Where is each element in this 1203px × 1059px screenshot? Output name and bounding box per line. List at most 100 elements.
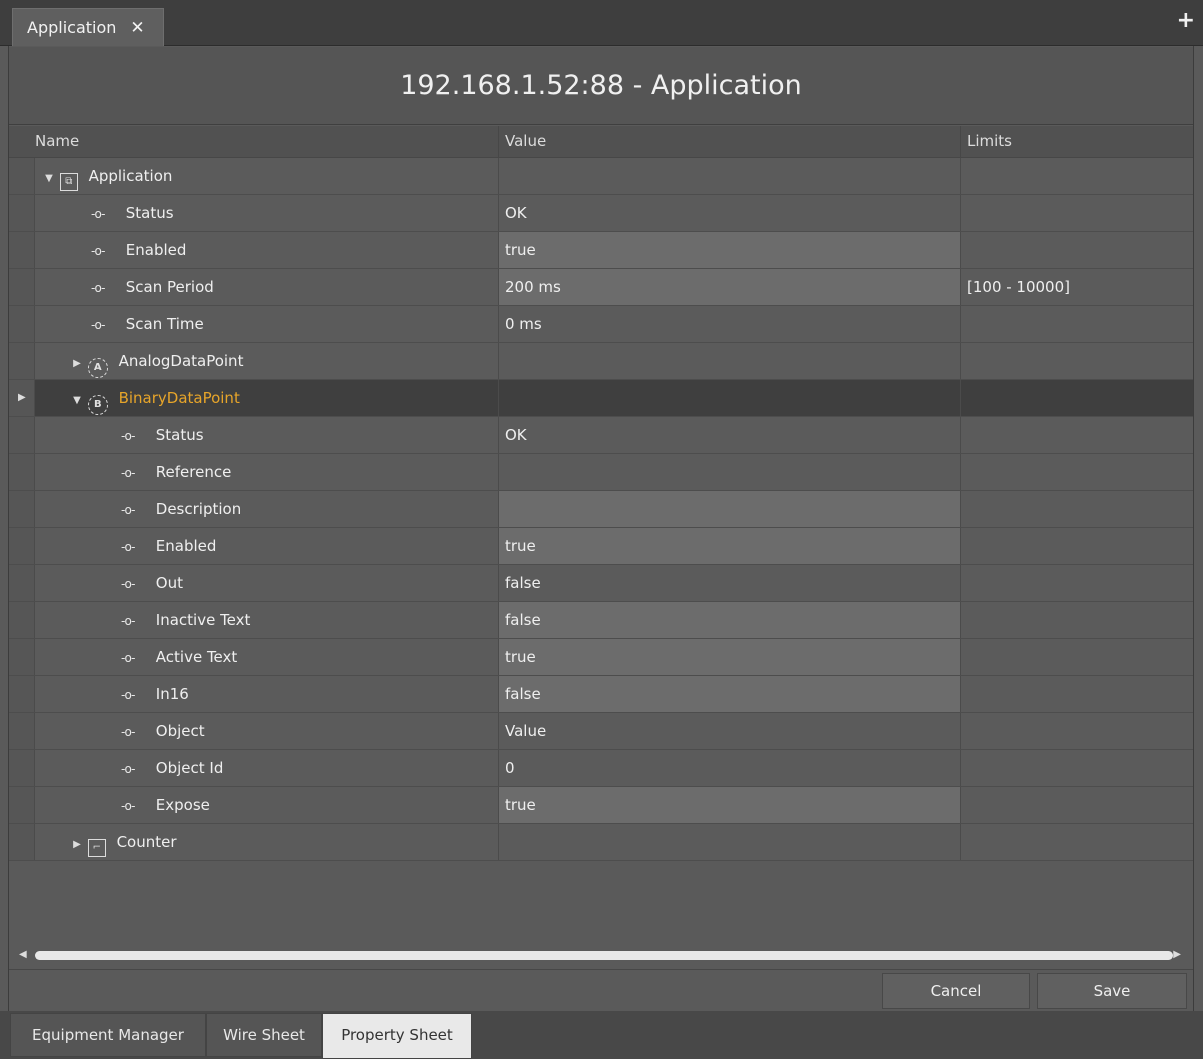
property-row: -o- Scan Period 200 ms [100 - 10000] [9,269,1193,306]
slot-icon: -o- [91,207,105,221]
value-field[interactable] [498,491,960,527]
tab-application[interactable]: Application ✕ [12,8,164,46]
row-name: Counter [116,833,177,851]
save-button[interactable]: Save [1037,973,1187,1009]
property-row: -o- Enabled true [9,232,1193,269]
bottom-tab-bar: Equipment Manager Wire Sheet Property Sh… [0,1011,1203,1059]
row-limits [960,343,1193,379]
cancel-button[interactable]: Cancel [882,973,1030,1009]
row-name: Out [155,574,183,592]
scroll-left-icon[interactable]: ◀ [19,949,27,960]
tree-row-binarydatapoint[interactable]: ▶ ▼ B BinaryDataPoint [9,380,1193,417]
row-limits [960,380,1193,416]
value-field[interactable]: true [498,639,960,675]
row-gutter [9,306,35,342]
row-gutter [9,491,35,527]
expand-arrow-icon[interactable]: ▶ [71,827,83,863]
property-row: -o- Object Id 0 [9,750,1193,787]
row-limits [960,602,1193,638]
row-name: Status [125,204,174,222]
row-limits [960,787,1193,823]
row-name: Reference [155,463,232,481]
row-gutter: ▶ [9,380,35,416]
row-gutter [9,824,35,860]
row-value: 0 [498,750,960,786]
document-tab-bar: Application ✕ + [0,0,1203,46]
row-limits: [100 - 10000] [960,269,1193,305]
slot-icon: -o- [91,281,105,295]
tree-row-analogdatapoint[interactable]: ▶ A AnalogDataPoint [9,343,1193,380]
expand-arrow-icon[interactable]: ▼ [43,161,55,197]
value-field[interactable]: true [498,787,960,823]
expand-arrow-icon[interactable]: ▶ [71,346,83,382]
property-row: -o- Scan Time 0 ms [9,306,1193,343]
row-name: Scan Time [125,315,204,333]
row-name: Active Text [155,648,238,666]
row-name: Object [155,722,205,740]
column-header-value[interactable]: Value [498,126,960,157]
tab-equipment-manager[interactable]: Equipment Manager [10,1013,206,1057]
row-limits [960,528,1193,564]
row-value [498,158,960,194]
slot-icon: -o- [121,503,135,517]
row-limits [960,676,1193,712]
property-row: -o- Inactive Text false [9,602,1193,639]
row-gutter [9,750,35,786]
property-row: -o- Object Value [9,713,1193,750]
row-limits [960,306,1193,342]
scroll-right-icon[interactable]: ▶ [1173,949,1181,960]
row-gutter [9,528,35,564]
analog-point-icon: A [87,358,108,378]
row-name: BinaryDataPoint [118,389,240,407]
row-limits [960,824,1193,860]
tab-label: Application [27,18,117,37]
row-gutter [9,343,35,379]
tree-row-application[interactable]: ▼ ⧉ Application [9,158,1193,195]
binary-point-icon: B [87,395,108,415]
row-gutter [9,454,35,490]
slot-icon: -o- [121,651,135,665]
row-name: Inactive Text [155,611,251,629]
counter-icon: ⌐ [87,839,106,857]
row-name: Application [88,167,173,185]
add-tab-icon[interactable]: + [1177,10,1195,32]
slot-icon: -o- [121,577,135,591]
row-name: Scan Period [125,278,214,296]
row-value: false [498,565,960,601]
slot-icon: -o- [121,799,135,813]
row-gutter [9,158,35,194]
column-header-limits[interactable]: Limits [960,126,1193,157]
value-field[interactable]: false [498,602,960,638]
row-gutter [9,232,35,268]
row-limits [960,750,1193,786]
row-value: Value [498,713,960,749]
tree-row-counter[interactable]: ▶ ⌐ Counter [9,824,1193,861]
tab-property-sheet[interactable]: Property Sheet [322,1013,472,1059]
value-field[interactable]: 200 ms [498,269,960,305]
row-limits [960,454,1193,490]
horizontal-scrollbar[interactable]: ◀ ▶ [9,945,1193,967]
column-header-name[interactable]: Name [29,126,498,157]
row-name: Expose [155,796,210,814]
slot-icon: -o- [121,725,135,739]
property-row: -o- In16 false [9,676,1193,713]
tab-wire-sheet[interactable]: Wire Sheet [206,1013,322,1057]
application-icon: ⧉ [59,173,78,191]
row-value: 0 ms [498,306,960,342]
property-row: -o- Enabled true [9,528,1193,565]
row-value [498,454,960,490]
grid-header: Name Value Limits [9,126,1193,158]
slot-icon: -o- [121,688,135,702]
value-field[interactable]: true [498,528,960,564]
row-gutter [9,417,35,453]
value-field[interactable]: true [498,232,960,268]
row-limits [960,158,1193,194]
collapse-arrow-icon[interactable]: ▼ [71,383,83,419]
row-gutter [9,713,35,749]
row-name: AnalogDataPoint [118,352,244,370]
page-title: 192.168.1.52:88 - Application [9,47,1193,125]
value-field[interactable]: false [498,676,960,712]
scrollbar-thumb[interactable] [35,951,1173,960]
slot-icon: -o- [121,466,135,480]
close-icon[interactable]: ✕ [130,18,144,38]
